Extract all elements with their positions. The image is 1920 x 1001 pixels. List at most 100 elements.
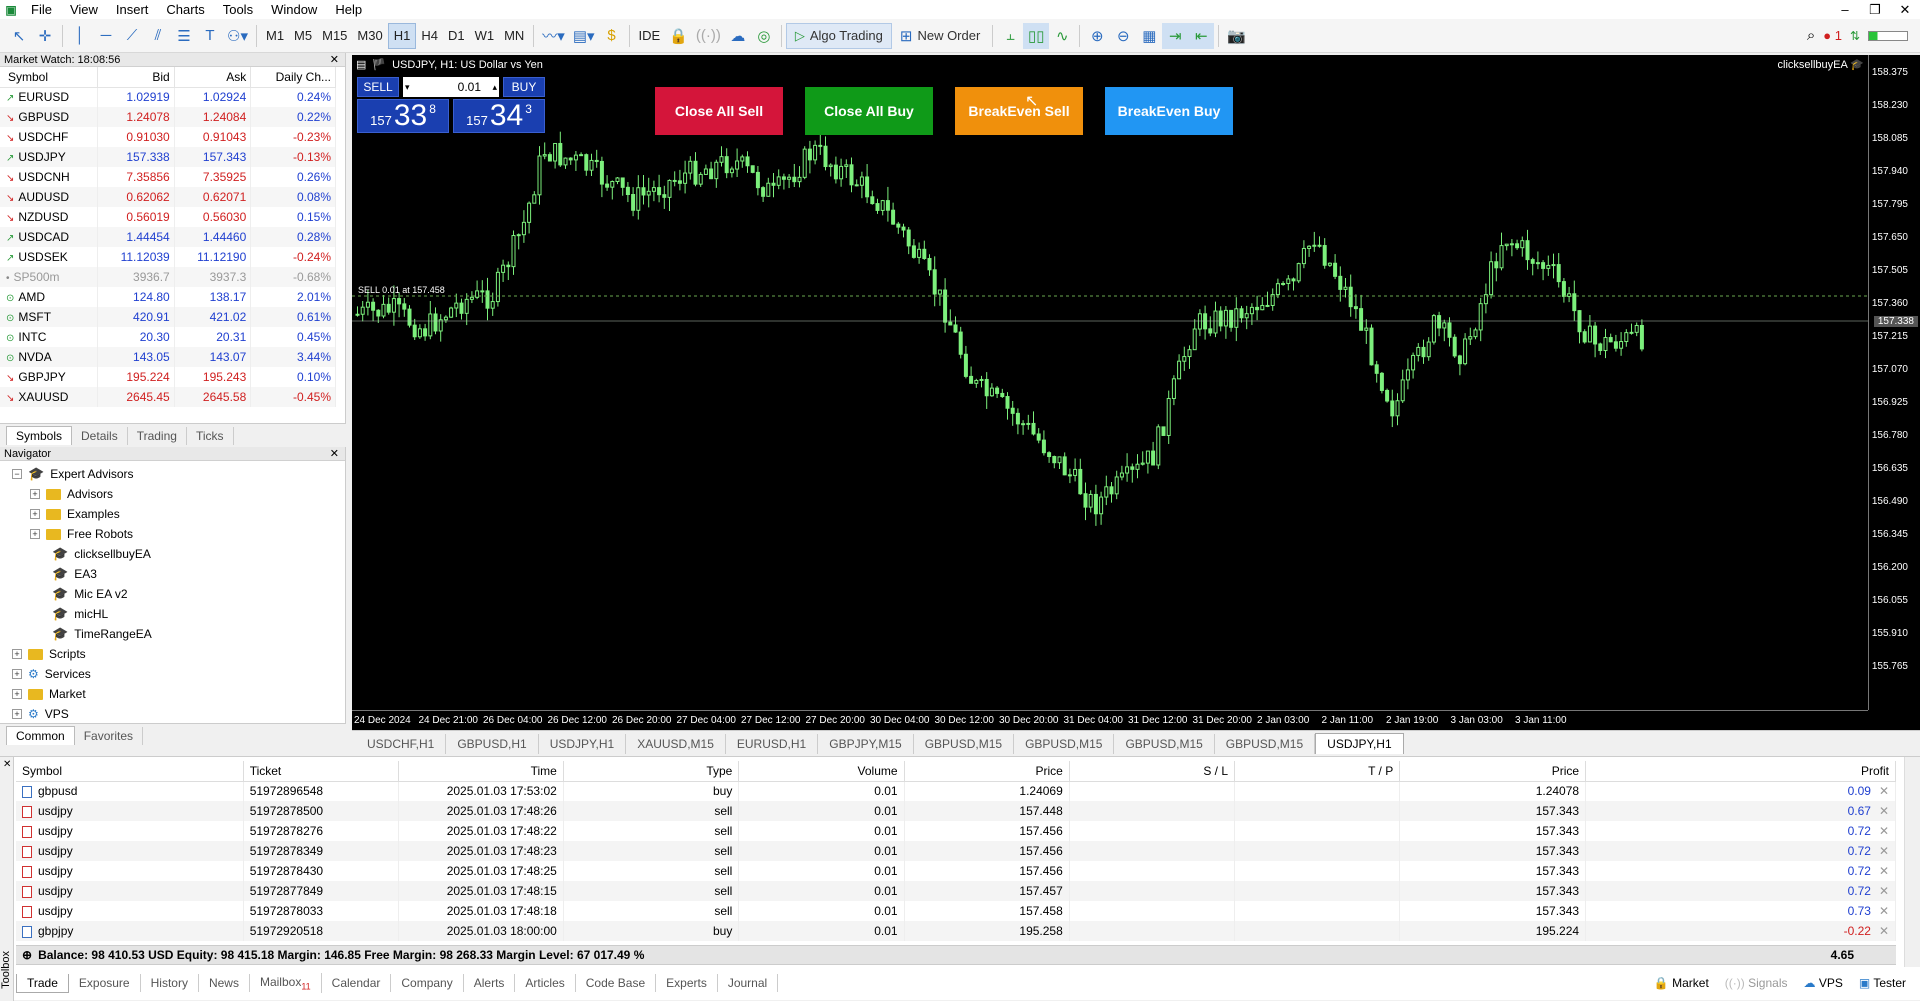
navigator-item[interactable]: + ⚙ VPS — [0, 704, 345, 724]
chart-tab[interactable]: GBPUSD,M15 — [1215, 734, 1316, 754]
col-type[interactable]: Type — [563, 761, 740, 782]
sl-cell[interactable] — [1069, 861, 1236, 881]
toolbox-link[interactable]: 🔒 Market — [1654, 976, 1709, 990]
market-watch-row[interactable]: ↘ AUDUSD 0.62062 0.62071 0.08% — [0, 187, 336, 207]
menu-help[interactable]: Help — [326, 2, 371, 17]
signals-icon[interactable]: ((·)) — [692, 23, 725, 49]
expand-icon[interactable]: + — [12, 709, 22, 719]
channel-icon[interactable]: ⫽ — [145, 23, 171, 49]
close-all-buy-button[interactable]: Close All Buy — [805, 87, 933, 135]
col-profit[interactable]: Profit — [1585, 761, 1896, 782]
market-watch-row[interactable]: ↘ XAUUSD 2645.45 2645.58 -0.45% — [0, 387, 336, 407]
tp-cell[interactable] — [1234, 861, 1401, 881]
tab-common[interactable]: Common — [6, 726, 75, 745]
col-symbol[interactable]: Symbol — [16, 761, 244, 782]
navigator-item[interactable]: + ⚙ Services — [0, 664, 345, 684]
navigator-item[interactable]: + Advisors — [0, 484, 345, 504]
breakeven-buy-button[interactable]: BreakEven Buy — [1105, 87, 1233, 135]
bar-chart-icon[interactable]: ⫠ — [997, 23, 1023, 49]
templates-icon[interactable]: ▤▾ — [569, 23, 599, 49]
market-watch-row[interactable]: ↘ USDCHF 0.91030 0.91043 -0.23% — [0, 127, 336, 147]
toolbox-tab[interactable]: Calendar — [322, 974, 392, 992]
navigator-item[interactable]: 🎓 TimeRangeEA — [0, 624, 345, 644]
lot-down-icon[interactable]: ▾ — [405, 82, 410, 93]
buy-button[interactable]: BUY — [503, 77, 545, 97]
toolbox-tab[interactable]: Exposure — [69, 974, 141, 992]
text-tool-icon[interactable]: T — [197, 23, 223, 49]
ide-button[interactable]: IDE — [634, 23, 666, 49]
close-icon[interactable]: ✕ — [3, 759, 11, 770]
expand-icon[interactable]: + — [30, 509, 40, 519]
tp-cell[interactable] — [1234, 881, 1401, 901]
col-time[interactable]: Time — [398, 761, 564, 782]
search-icon[interactable]: ⌕ — [1807, 27, 1815, 44]
navigator-item[interactable]: 🎓 micHL — [0, 604, 345, 624]
chart-tab[interactable]: GBPUSD,M15 — [1014, 734, 1115, 754]
close-position-icon[interactable]: ✕ — [1879, 804, 1889, 818]
tp-cell[interactable] — [1234, 841, 1401, 861]
sl-cell[interactable] — [1069, 781, 1236, 801]
candlestick-icon[interactable]: ▯▯ — [1023, 22, 1050, 49]
price-chart[interactable] — [352, 55, 1868, 710]
tf-d1[interactable]: D1 — [443, 23, 470, 49]
col-ask[interactable]: Ask — [174, 67, 252, 88]
algo-trading-button[interactable]: ▷ Algo Trading — [785, 22, 892, 49]
strategy-tester-icon[interactable]: $ — [599, 23, 625, 49]
sell-button[interactable]: SELL — [357, 77, 399, 97]
tab-favorites[interactable]: Favorites — [75, 726, 144, 745]
navigator-item[interactable]: − 🎓 Expert Advisors — [0, 464, 345, 484]
screenshot-icon[interactable]: 📷 — [1223, 23, 1250, 49]
tp-cell[interactable] — [1234, 821, 1401, 841]
market-watch-row[interactable]: ↘ NZDUSD 0.56019 0.56030 0.15% — [0, 207, 336, 227]
time-scale[interactable]: 24 Dec 2024 24 Dec 21:00 26 Dec 04:00 26 De… — [352, 710, 1868, 730]
expand-icon[interactable]: + — [30, 529, 40, 539]
tf-m1[interactable]: M1 — [261, 23, 289, 49]
community-icon[interactable]: ◎ — [751, 23, 777, 49]
navigator-item[interactable]: + Free Robots — [0, 524, 345, 544]
navigator-item[interactable]: + Market — [0, 684, 345, 704]
market-watch-row[interactable]: ↗ EURUSD 1.02919 1.02924 0.24% — [0, 87, 336, 107]
collapse-icon[interactable]: − — [12, 469, 22, 479]
close-icon[interactable]: ✕ — [1890, 2, 1920, 18]
market-watch-row[interactable]: ↘ GBPJPY 195.224 195.243 0.10% — [0, 367, 336, 387]
menu-file[interactable]: File — [22, 2, 61, 17]
sl-cell[interactable] — [1069, 801, 1236, 821]
market-watch-row[interactable]: • SP500m 3936.7 3937.3 -0.68% — [0, 267, 336, 287]
tf-m5[interactable]: M5 — [289, 23, 317, 49]
sl-cell[interactable] — [1069, 901, 1236, 921]
notifications-icon[interactable]: ● 1 — [1823, 28, 1842, 43]
new-order-button[interactable]: ⊞ New Order — [892, 23, 988, 49]
navigator-item[interactable]: 🎓 clicksellbuyEA — [0, 544, 345, 564]
trendline-icon[interactable]: ⟋ — [119, 23, 145, 49]
market-watch-row[interactable]: ⊙ NVDA 143.05 143.07 3.44% — [0, 347, 336, 367]
trade-row[interactable]: usdjpy 51972878276 2025.01.03 17:48:22 s… — [16, 821, 1896, 841]
tab-symbols[interactable]: Symbols — [6, 426, 73, 445]
breakeven-sell-button[interactable]: BreakEven Sell — [955, 87, 1083, 135]
col-sl[interactable]: S / L — [1069, 761, 1236, 782]
close-position-icon[interactable]: ✕ — [1879, 904, 1889, 918]
toolbox-tab[interactable]: Experts — [656, 974, 718, 992]
market-bag-icon[interactable]: 🔒 — [665, 23, 692, 49]
col-price[interactable]: Price — [904, 761, 1070, 782]
navigator-item[interactable]: + Examples — [0, 504, 345, 524]
close-position-icon[interactable]: ✕ — [1879, 824, 1889, 838]
tf-h4[interactable]: H4 — [416, 23, 443, 49]
trade-row[interactable]: usdjpy 51972877849 2025.01.03 17:48:15 s… — [16, 881, 1896, 901]
crosshair-tool-icon[interactable]: ✛ — [32, 23, 58, 49]
tab-trading[interactable]: Trading — [128, 426, 187, 445]
expand-icon[interactable]: + — [12, 649, 22, 659]
chart-menu-icon[interactable]: ▤ — [356, 58, 366, 71]
close-icon[interactable]: ✕ — [330, 447, 339, 460]
market-watch-row[interactable]: ⊙ MSFT 420.91 421.02 0.61% — [0, 307, 336, 327]
ask-price-display[interactable]: 157 34 3 — [453, 99, 545, 133]
trade-row[interactable]: usdjpy 51972878033 2025.01.03 17:48:18 s… — [16, 901, 1896, 921]
vps-cloud-icon[interactable]: ☁ — [725, 23, 751, 49]
trade-row[interactable]: usdjpy 51972878430 2025.01.03 17:48:25 s… — [16, 861, 1896, 881]
tp-cell[interactable] — [1234, 801, 1401, 821]
col-bid[interactable]: Bid — [97, 67, 175, 88]
navigator-item[interactable]: 🎓 EA3 — [0, 564, 345, 584]
navigator-item[interactable]: + Scripts — [0, 644, 345, 664]
col-tp[interactable]: T / P — [1234, 761, 1401, 782]
horizontal-line-icon[interactable]: ─ — [93, 23, 119, 49]
close-position-icon[interactable]: ✕ — [1879, 924, 1889, 938]
